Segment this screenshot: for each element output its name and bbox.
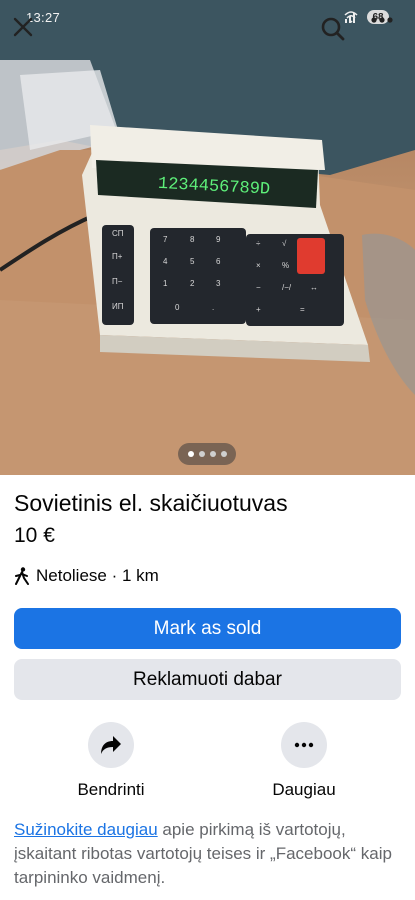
- svg-text:3: 3: [216, 279, 221, 288]
- carousel-dot: [220, 451, 227, 457]
- more-icon: [371, 17, 393, 23]
- more-circle[interactable]: [281, 722, 327, 768]
- svg-text:%: %: [282, 261, 289, 270]
- share-button[interactable]: Bendrinti: [51, 722, 171, 800]
- svg-text:8: 8: [190, 235, 195, 244]
- svg-text:√: √: [282, 239, 287, 248]
- svg-text:CП: CП: [112, 229, 124, 238]
- svg-text:÷: ÷: [256, 239, 261, 248]
- share-label: Bendrinti: [77, 780, 145, 799]
- listing-title: Sovietinis el. skaičiuotuvas: [14, 490, 288, 516]
- svg-text:1: 1: [163, 279, 168, 288]
- svg-text:−: −: [256, 283, 261, 292]
- svg-text:9: 9: [216, 235, 221, 244]
- share-icon: [101, 736, 121, 754]
- svg-text:ИП: ИП: [112, 302, 124, 311]
- svg-text:П−: П−: [112, 277, 123, 286]
- more-options-button[interactable]: [370, 16, 404, 50]
- svg-text:↔: ↔: [310, 283, 318, 292]
- more-label: Daugiau: [272, 780, 336, 799]
- svg-text:6: 6: [216, 257, 221, 266]
- learn-more-link[interactable]: Sužinokite daugiau: [14, 820, 158, 839]
- svg-text:.: .: [212, 303, 214, 312]
- share-circle[interactable]: [88, 722, 134, 768]
- carousel-dot: [187, 451, 194, 457]
- svg-text:+: +: [256, 305, 261, 314]
- search-button[interactable]: [320, 16, 354, 50]
- consumer-info-text: Sužinokite daugiau apie pirkimą iš varto…: [14, 818, 404, 890]
- carousel-indicator[interactable]: [178, 443, 236, 465]
- more-button[interactable]: Daugiau: [244, 722, 364, 800]
- listing-location: Netoliese · 1 km: [14, 566, 159, 586]
- listing-price: 10 €: [14, 524, 55, 547]
- location-text: Netoliese · 1 km: [36, 566, 159, 585]
- promote-now-button[interactable]: Reklamuoti dabar: [14, 659, 401, 700]
- svg-text:П+: П+: [112, 252, 123, 261]
- calculator-photo: 1234456789D CПП+П−ИП 789 456 123 0. ÷ √ ×…: [0, 0, 415, 475]
- svg-text:4: 4: [163, 257, 168, 266]
- svg-text:/−/: /−/: [282, 283, 292, 292]
- search-icon: [321, 17, 345, 41]
- carousel-dot: [198, 451, 205, 457]
- svg-text:×: ×: [256, 261, 261, 270]
- more-horizontal-icon: [294, 742, 314, 748]
- mark-as-sold-button[interactable]: Mark as sold: [14, 608, 401, 649]
- listing-photo[interactable]: 1234456789D CП П+ П− ИП 789 456 123 0. ÷ √ ×…: [0, 0, 415, 475]
- svg-text:0: 0: [175, 303, 180, 312]
- walking-icon: [15, 567, 29, 585]
- svg-text:5: 5: [190, 257, 195, 266]
- close-button[interactable]: [12, 16, 44, 48]
- carousel-dot: [209, 451, 216, 457]
- svg-text:7: 7: [163, 235, 168, 244]
- svg-text:2: 2: [190, 279, 195, 288]
- svg-text:=: =: [300, 305, 305, 314]
- close-icon: [13, 17, 33, 37]
